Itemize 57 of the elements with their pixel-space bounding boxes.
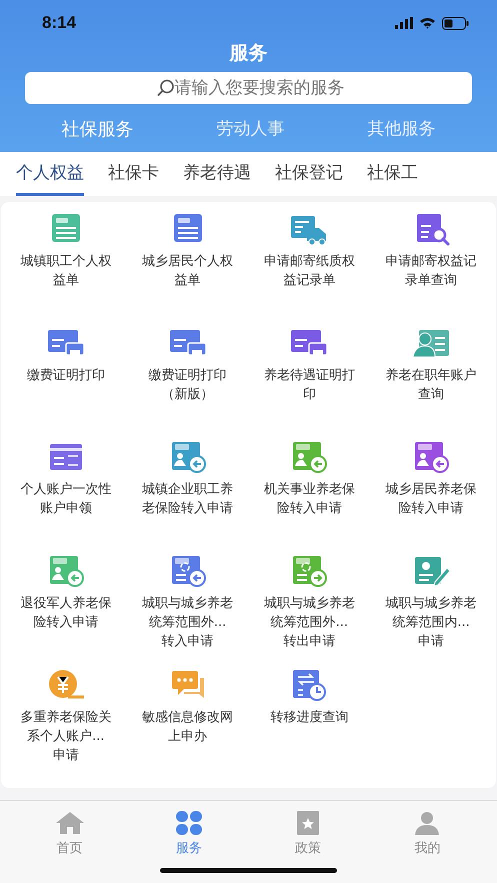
service-name: 敏感信息修改网上申办 <box>142 709 234 746</box>
service-item[interactable]: 敏感信息修改网上申办 <box>126 668 248 774</box>
service-item[interactable]: 城镇企业职工养老保险转入申请 <box>126 440 248 546</box>
service-item[interactable]: 转移进度查询 <box>248 668 370 774</box>
service-item[interactable]: 城职与城乡养老统筹范围外... 转入申请 <box>126 554 248 660</box>
service-name: 多重养老保险关系个人账户... <box>20 709 112 746</box>
service-item[interactable]: 申请邮寄纸质权益记录单 <box>248 212 370 318</box>
wifi-icon <box>419 17 436 29</box>
service-name: 申请邮寄纸质权益记录单 <box>263 253 356 290</box>
home-icon <box>54 811 85 835</box>
service-name: 养老在职年账户查询 <box>385 367 478 404</box>
subcategory-tab[interactable]: 社保工 <box>367 152 418 196</box>
service-name: 城乡居民养老保险转入申请 <box>385 481 478 518</box>
signal-icon <box>395 17 413 29</box>
service-item[interactable]: 缴费证明打印 <box>5 326 127 432</box>
service-item[interactable]: 个人账户一次性账户申领 <box>5 440 127 546</box>
service-name: 城职与城乡养老统筹范围外... <box>142 595 234 632</box>
service-item[interactable]: 多重养老保险关系个人账户... 申请 <box>5 668 127 774</box>
service-action: 转出申请 <box>283 633 336 651</box>
service-item[interactable]: 养老待遇证明打印 <box>248 326 370 432</box>
subcategory-tab[interactable]: 社保登记 <box>275 152 343 196</box>
battery-icon <box>442 16 469 30</box>
service-name: 城职与城乡养老统筹范围内... <box>385 595 478 632</box>
service-name: 申请邮寄权益记录单查询 <box>385 253 478 290</box>
search-icon <box>157 79 175 97</box>
service-action: 转入申请 <box>162 633 214 651</box>
service-item[interactable]: 城镇职工个人权益单 <box>5 212 127 318</box>
service-name: 养老待遇证明打印 <box>263 367 356 404</box>
service-name: 城乡居民个人权益单 <box>142 253 234 290</box>
subcategory-tab[interactable]: 养老待遇 <box>183 152 251 196</box>
status-time: 8:14 <box>42 13 76 33</box>
subcategory-tab[interactable]: 个人权益 <box>16 152 84 196</box>
service-name: 缴费证明打印（新版） <box>148 367 228 404</box>
service-action: 申请 <box>418 633 444 651</box>
service-item[interactable]: 城职与城乡养老统筹范围外... 转出申请 <box>248 554 370 660</box>
service-name: 城镇职工个人权益单 <box>20 253 112 290</box>
service-item[interactable]: 退役军人养老保险转入申请 <box>5 554 127 660</box>
service-name: 机关事业养老保险转入申请 <box>263 481 356 518</box>
service-name: 退役军人养老保险转入申请 <box>20 595 112 632</box>
service-item[interactable]: 申请邮寄权益记录单查询 <box>370 212 492 318</box>
service-item[interactable]: 城乡居民个人权益单 <box>126 212 248 318</box>
service-item[interactable]: 养老在职年账户查询 <box>370 326 492 432</box>
search-field[interactable]: 请输入您要搜索的服务 <box>25 72 472 104</box>
service-item[interactable]: 机关事业养老保险转入申请 <box>248 440 370 546</box>
service-name: 城职与城乡养老统筹范围外... <box>263 595 356 632</box>
service-name: 个人账户一次性账户申领 <box>20 481 112 518</box>
service-name: 缴费证明打印 <box>26 367 106 385</box>
service-name: 转移进度查询 <box>269 709 350 727</box>
service-action: 申请 <box>52 747 79 765</box>
service-item[interactable]: 缴费证明打印（新版） <box>126 326 248 432</box>
service-name: 城镇企业职工养老保险转入申请 <box>142 481 234 518</box>
four-petal-icon <box>174 811 203 835</box>
service-item[interactable]: 城职与城乡养老统筹范围内... 申请 <box>370 554 492 660</box>
service-item[interactable]: 城乡居民养老保险转入申请 <box>370 440 492 546</box>
user-icon <box>414 811 440 835</box>
subcategory-tab[interactable]: 社保卡 <box>108 152 159 196</box>
page-title: 服务 <box>228 41 268 66</box>
